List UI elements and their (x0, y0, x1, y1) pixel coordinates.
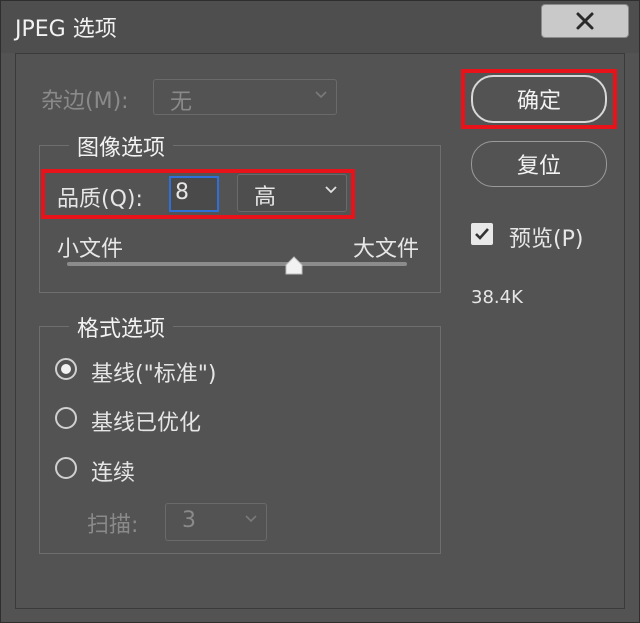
radio-selected-dot (61, 364, 71, 374)
radio-baseline-optimized[interactable] (55, 407, 77, 429)
large-file-label: 大文件 (353, 237, 420, 262)
preview-label: 预览(P) (509, 227, 584, 252)
matte-select[interactable]: 无 (153, 79, 337, 115)
preview-checkbox[interactable] (471, 223, 493, 245)
small-file-label: 小文件 (57, 237, 124, 262)
scans-select[interactable]: 3 (165, 503, 267, 541)
checkmark-icon (475, 228, 489, 240)
quality-highlight-box (41, 169, 355, 219)
progressive-label: 连续 (91, 461, 136, 486)
baseline-optimized-label: 基线已优化 (91, 411, 202, 436)
chevron-down-icon (315, 91, 327, 99)
scans-value: 3 (182, 508, 196, 533)
matte-value: 无 (170, 90, 193, 115)
baseline-standard-label: 基线("标准") (91, 362, 217, 387)
quality-slider-track[interactable] (67, 262, 407, 266)
file-size: 38.4K (471, 287, 523, 308)
jpeg-options-dialog: JPEG 选项 杂边(M): 无 图像选项 品质(Q): 8 高 小文件 大文件… (0, 0, 640, 623)
radio-baseline-standard[interactable] (55, 358, 77, 380)
radio-progressive[interactable] (55, 457, 77, 479)
close-icon (576, 12, 594, 30)
quality-slider-thumb[interactable] (284, 256, 304, 276)
image-options-legend: 图像选项 (69, 130, 174, 162)
image-options-group (39, 145, 441, 293)
reset-button[interactable]: 复位 (471, 141, 607, 187)
dialog-title: JPEG 选项 (15, 17, 117, 42)
scans-label: 扫描: (87, 513, 139, 538)
format-options-legend: 格式选项 (69, 311, 174, 343)
matte-label: 杂边(M): (41, 89, 129, 114)
ok-highlight-box (461, 69, 617, 129)
close-button[interactable] (541, 4, 629, 38)
title-bar: JPEG 选项 (1, 1, 639, 53)
chevron-down-icon (245, 515, 257, 523)
